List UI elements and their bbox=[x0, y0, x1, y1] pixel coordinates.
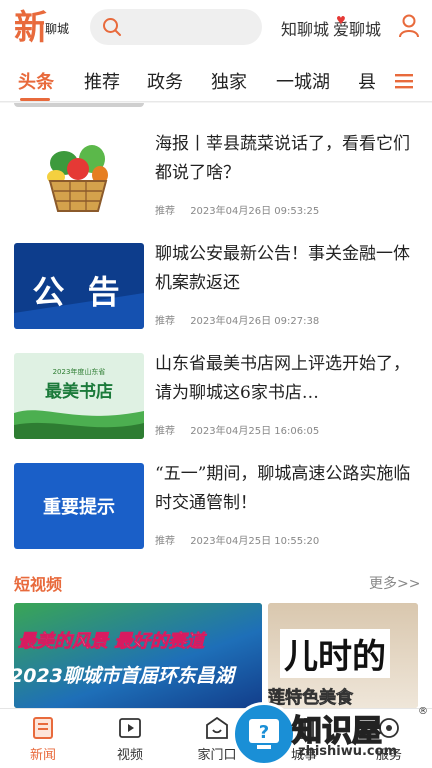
video-icon bbox=[119, 718, 141, 738]
announcement-thumbnail: 公 告 bbox=[14, 243, 144, 329]
news-tag: 推荐 bbox=[155, 316, 175, 327]
news-title[interactable]: 聊城公安最新公告！事关金融一体机案款返还 bbox=[155, 240, 417, 298]
news-item[interactable]: 公 告 聊城公安最新公告！事关金融一体机案款返还 推荐 2023年04月26日 … bbox=[0, 240, 432, 350]
svg-text:?: ? bbox=[259, 722, 269, 743]
news-meta: 推荐 2023年04月26日 09:53:25 bbox=[155, 202, 319, 217]
news-item[interactable]: 海报丨莘县蔬菜说话了，看看它们都说了啥？ 推荐 2023年04月26日 09:5… bbox=[0, 130, 432, 240]
news-time: 2023年04月25日 10:55:20 bbox=[190, 536, 320, 547]
tab-county[interactable]: 县 bbox=[358, 68, 376, 94]
nav-video[interactable]: 视频 bbox=[94, 709, 166, 768]
nav-label: 视频 bbox=[116, 748, 143, 763]
announcement-thumb-text: 公 告 bbox=[32, 273, 126, 311]
notice-thumbnail: 重要提示 bbox=[14, 463, 144, 549]
short-video-header: 短视频 更多>> bbox=[0, 563, 432, 603]
news-meta: 推荐 2023年04月26日 09:27:38 bbox=[155, 312, 319, 327]
tab-government[interactable]: 政务 bbox=[147, 68, 183, 94]
search-icon bbox=[103, 18, 121, 36]
category-tabs: 头条 推荐 政务 独家 一城湖 县 bbox=[0, 58, 432, 102]
tab-city-lake[interactable]: 一城湖 bbox=[276, 68, 330, 94]
tab-recommend[interactable]: 推荐 bbox=[84, 68, 120, 94]
short-video-row: 最美的风景 最好的赛道 2023聊城市首届环东昌湖 儿时的 莲特色美食 bbox=[0, 603, 432, 708]
video-caption-line2: 2023聊城市首届环东昌湖 bbox=[14, 665, 234, 687]
news-list: 海报丨莘县蔬菜说话了，看看它们都说了啥？ 推荐 2023年04月26日 09:5… bbox=[0, 103, 432, 563]
video-card[interactable]: 儿时的 莲特色美食 bbox=[268, 603, 418, 708]
app-header: 新 聊城 知聊城 爱聊城 ♥ bbox=[0, 0, 432, 58]
news-icon bbox=[33, 717, 53, 739]
news-item[interactable]: 重要提示 “五一”期间，聊城高速公路实施临时交通管制！ 推荐 2023年04月2… bbox=[0, 460, 432, 570]
tab-headline[interactable]: 头条 bbox=[18, 68, 54, 94]
news-title[interactable]: “五一”期间，聊城高速公路实施临时交通管制！ bbox=[155, 460, 417, 518]
heart-icon: ♥ bbox=[336, 14, 346, 27]
app-logo[interactable]: 新 聊城 bbox=[14, 6, 80, 50]
user-icon[interactable] bbox=[398, 14, 420, 38]
news-title[interactable]: 山东省最美书店网上评选开始了，请为聊城这6家书店… bbox=[155, 350, 417, 408]
tab-exclusive[interactable]: 独家 bbox=[211, 68, 247, 94]
bookstore-thumbnail: 2023年度山东省 最美书店 bbox=[14, 353, 144, 439]
news-time: 2023年04月26日 09:53:25 bbox=[190, 206, 320, 217]
news-meta: 推荐 2023年04月25日 10:55:20 bbox=[155, 532, 319, 547]
short-video-more-link[interactable]: 更多>> bbox=[369, 573, 420, 593]
search-bar[interactable] bbox=[90, 9, 262, 45]
logo-text: 聊城 bbox=[44, 20, 71, 37]
logo-mark: 新 bbox=[14, 8, 48, 48]
bookstore-thumb-subtitle: 2023年度山东省 bbox=[52, 368, 106, 376]
home-icon bbox=[206, 717, 228, 739]
news-time: 2023年04月26日 09:27:38 bbox=[190, 316, 320, 327]
vegetable-basket-thumbnail bbox=[14, 133, 144, 219]
watermark-logo: ? bbox=[232, 702, 296, 766]
video-caption-line1: 儿时的 bbox=[280, 629, 390, 678]
news-tag: 推荐 bbox=[155, 426, 175, 437]
active-tab-indicator bbox=[20, 98, 50, 101]
bookstore-thumb-text: 最美书店 bbox=[45, 382, 113, 402]
news-item[interactable]: 2023年度山东省 最美书店 山东省最美书店网上评选开始了，请为聊城这6家书店…… bbox=[0, 350, 432, 460]
notice-thumb-text: 重要提示 bbox=[43, 497, 115, 518]
news-tag: 推荐 bbox=[155, 206, 175, 217]
video-card[interactable]: 最美的风景 最好的赛道 2023聊城市首届环东昌湖 bbox=[14, 603, 262, 708]
news-title[interactable]: 海报丨莘县蔬菜说话了，看看它们都说了啥？ bbox=[155, 130, 417, 188]
video-caption-line1: 最美的风景 最好的赛道 bbox=[18, 631, 205, 653]
nav-news[interactable]: 新闻 bbox=[7, 709, 79, 768]
news-meta: 推荐 2023年04月25日 16:06:05 bbox=[155, 422, 319, 437]
news-time: 2023年04月25日 16:06:05 bbox=[190, 426, 320, 437]
site-watermark: ? 知识屋 ® zhishiwu.com bbox=[232, 700, 432, 768]
link-zhi-liaocheng[interactable]: 知聊城 bbox=[281, 16, 329, 40]
watermark-registered: ® bbox=[418, 706, 428, 717]
menu-icon[interactable] bbox=[395, 73, 413, 89]
news-tag: 推荐 bbox=[155, 536, 175, 547]
short-video-title: 短视频 bbox=[14, 575, 63, 594]
watermark-url: zhishiwu.com bbox=[298, 744, 398, 759]
nav-label: 新闻 bbox=[29, 748, 56, 763]
previous-item-thumbnail bbox=[14, 103, 144, 107]
